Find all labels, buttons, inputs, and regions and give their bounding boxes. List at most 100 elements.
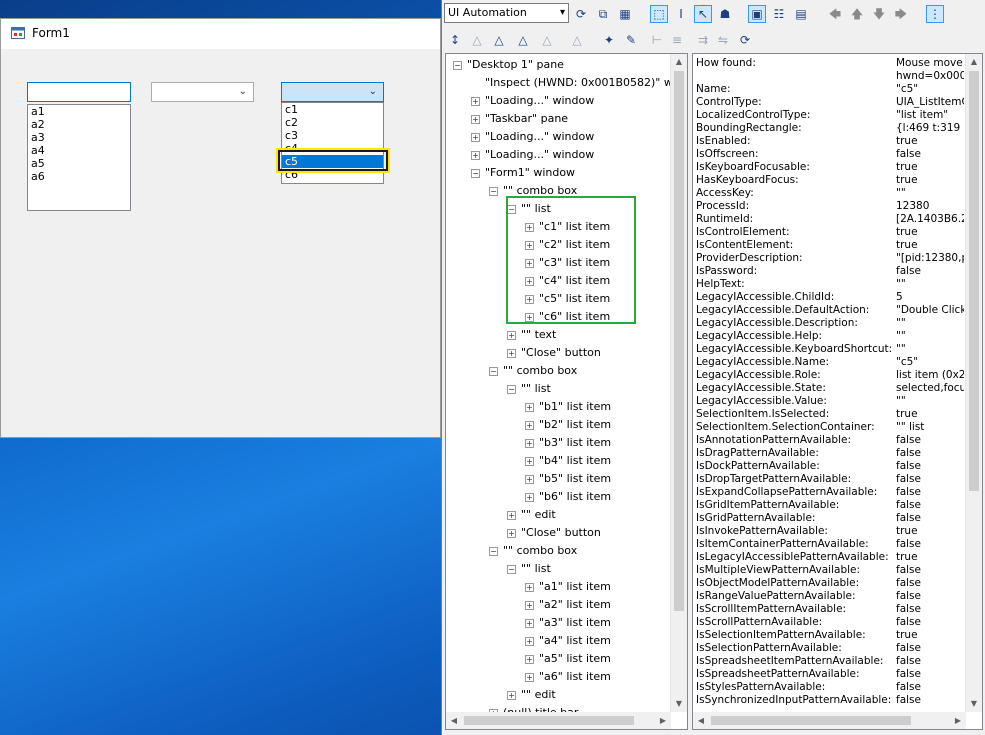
listbox-a[interactable]: a1 a2 a3 a4 a5 a6 (27, 104, 131, 211)
property-row[interactable]: IsControlElement: true (696, 226, 964, 239)
expand-icon[interactable]: + (525, 457, 534, 466)
arrow-down-icon[interactable]: 🡇 (870, 5, 888, 23)
properties-pane[interactable]: How found: Mouse move (hwnd=0x0002 Name: "c… (692, 53, 983, 730)
scroll-up-icon[interactable]: ▲ (671, 54, 687, 70)
expand-icon[interactable]: + (471, 133, 480, 142)
property-row[interactable]: How found: Mouse move ( (696, 57, 964, 70)
tree-node[interactable]: + "Loading..." window (446, 92, 672, 110)
combo-c-list-item[interactable]: c1 (282, 103, 383, 116)
listbox-a-list-item[interactable]: a4 (28, 144, 130, 157)
combo-c-list-item[interactable]: c4 (282, 142, 383, 155)
property-row[interactable]: IsInvokePatternAvailable: true (696, 525, 964, 538)
tree-node[interactable]: − "" combo box (446, 182, 672, 200)
collapse-icon[interactable]: ⊢ (648, 31, 666, 49)
move-up-icon[interactable]: ⇋ (714, 31, 732, 49)
expand-icon[interactable]: + (525, 313, 534, 322)
sync-icon[interactable]: ⟳ (736, 31, 754, 49)
tree-node[interactable]: + "b5" list item (446, 470, 672, 488)
collapse-icon[interactable]: − (507, 385, 516, 394)
element-tree-pane[interactable]: − "Desktop 1" pane "Inspect (HWND: 0x001B0… (445, 53, 688, 730)
collapse-icon[interactable]: − (507, 205, 516, 214)
tree-node[interactable]: + "b3" list item (446, 434, 672, 452)
listbox-a-list-item[interactable]: a6 (28, 170, 130, 183)
tree-node[interactable]: − "" combo box (446, 542, 672, 560)
property-row[interactable]: IsScrollItemPatternAvailable: false (696, 603, 964, 616)
property-row[interactable]: IsRangeValuePatternAvailable: false (696, 590, 964, 603)
props-hscroll-thumb[interactable] (711, 716, 911, 725)
nav-last-child-icon[interactable]: △ (538, 31, 556, 49)
tree-node[interactable]: + "b4" list item (446, 452, 672, 470)
expand-icon[interactable]: + (525, 655, 534, 664)
show-info-tooltip-icon[interactable]: ▤ (792, 5, 810, 23)
tree-node[interactable]: − "Form1" window (446, 164, 672, 182)
expand-icon[interactable]: + (507, 529, 516, 538)
nav-root-icon[interactable]: △ (568, 31, 586, 49)
property-row[interactable]: IsStylesPatternAvailable: false (696, 681, 964, 694)
tree-node[interactable]: − "" combo box (446, 362, 672, 380)
scroll-up-icon[interactable]: ▲ (966, 54, 982, 70)
mode-select[interactable]: UI Automation ▾ (444, 3, 569, 23)
property-row[interactable]: IsEnabled: true (696, 135, 964, 148)
property-row[interactable]: Name: "c5" (696, 83, 964, 96)
property-row[interactable]: LegacyIAccessible.Value: "" (696, 395, 964, 408)
scroll-right-icon[interactable]: ▶ (655, 712, 671, 729)
arrow-left-icon[interactable]: 🡄 (826, 5, 844, 23)
scroll-down-icon[interactable]: ▼ (671, 696, 687, 712)
property-row[interactable]: ProcessId: 12380 (696, 200, 964, 213)
tree-node[interactable]: "Inspect (HWND: 0x001B0582)" window (446, 74, 687, 92)
combo-box-c[interactable]: ⌄ (281, 82, 384, 102)
expand-icon[interactable]: + (471, 151, 480, 160)
copy-icon[interactable]: ⧉ (594, 5, 612, 23)
property-row[interactable]: AccessKey: "" (696, 187, 964, 200)
expand-icon[interactable]: + (525, 637, 534, 646)
combo-c-dropdown-list[interactable]: c1 c2 c3 c4 c5 c6 (281, 102, 384, 184)
nav-first-child-icon[interactable]: △ (468, 31, 486, 49)
expand-icon[interactable]: ≡ (668, 31, 686, 49)
expand-icon[interactable]: + (525, 439, 534, 448)
property-row[interactable]: hwnd=0x0002 (696, 70, 964, 83)
property-row[interactable]: IsItemContainerPatternAvailable: false (696, 538, 964, 551)
watch-caret-icon[interactable]: I (672, 5, 690, 23)
expand-icon[interactable]: + (525, 421, 534, 430)
expand-icon[interactable]: + (525, 259, 534, 268)
tree-node[interactable]: − "" list (446, 560, 672, 578)
combo-c-list-item[interactable]: c5 (282, 155, 383, 168)
tree-node[interactable]: + "c5" list item (446, 290, 672, 308)
collapse-icon[interactable]: − (471, 169, 480, 178)
collapse-icon[interactable]: − (453, 61, 462, 70)
show-highlight-icon[interactable]: ▣ (748, 5, 766, 23)
expand-icon[interactable]: + (525, 223, 534, 232)
property-row[interactable]: IsSelectionItemPatternAvailable: true (696, 629, 964, 642)
tree-node[interactable]: + "" edit (446, 506, 672, 524)
expand-icon[interactable]: + (525, 619, 534, 628)
expand-icon[interactable]: + (507, 511, 516, 520)
collapse-icon[interactable]: − (489, 547, 498, 556)
property-row[interactable]: IsLegacyIAccessiblePatternAvailable: true (696, 551, 964, 564)
scroll-right-icon[interactable]: ▶ (950, 712, 966, 729)
expand-icon[interactable]: + (525, 583, 534, 592)
property-row[interactable]: RuntimeId: [2A.1403B6.2( (696, 213, 964, 226)
property-row[interactable]: IsMultipleViewPatternAvailable: false (696, 564, 964, 577)
tree-node[interactable]: + "a2" list item (446, 596, 672, 614)
expand-icon[interactable]: + (525, 295, 534, 304)
form1-title-bar[interactable]: Form1 (1, 19, 440, 49)
tree-node[interactable]: + "a5" list item (446, 650, 672, 668)
combo-box-b[interactable]: ⌄ (151, 82, 254, 102)
property-row[interactable]: ProviderDescription: "[pid:12380,pr (696, 252, 964, 265)
chevron-down-icon[interactable]: ⌄ (239, 86, 247, 97)
refresh-icon[interactable]: ⟳ (572, 5, 590, 23)
property-row[interactable]: LegacyIAccessible.Help: "" (696, 330, 964, 343)
property-row[interactable]: IsAnnotationPatternAvailable: false (696, 434, 964, 447)
tree-node[interactable]: + "c6" list item (446, 308, 672, 326)
tree-node[interactable]: + "c2" list item (446, 236, 672, 254)
combo-c-list-item[interactable]: c6 (282, 168, 383, 181)
tree-node[interactable]: + "Taskbar" pane (446, 110, 672, 128)
property-row[interactable]: IsSynchronizedInputPatternAvailable: fals… (696, 694, 964, 707)
tree-node[interactable]: + "Close" button (446, 524, 672, 542)
nav-next-sibling-icon[interactable]: △ (490, 31, 508, 49)
collapse-icon[interactable]: − (489, 187, 498, 196)
property-row[interactable]: LegacyIAccessible.State: selected,focus (696, 382, 964, 395)
tree-vertical-scrollbar[interactable]: ▲ ▼ (670, 54, 687, 712)
chevron-down-icon[interactable]: ▾ (560, 4, 565, 22)
tree-node[interactable]: + "b1" list item (446, 398, 672, 416)
